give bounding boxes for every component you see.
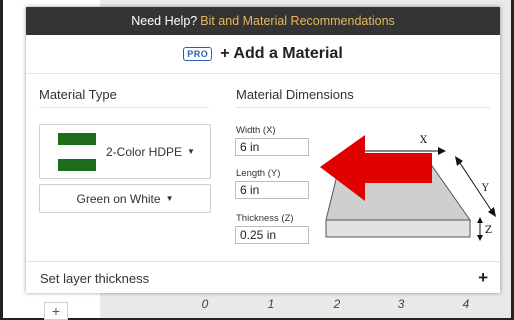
ruler-tick-label: 4 xyxy=(462,297,470,311)
expand-plus-icon[interactable]: + xyxy=(478,268,488,288)
dimensions-heading: Material Dimensions xyxy=(236,87,354,102)
block-front xyxy=(325,219,471,238)
recommendations-link[interactable]: Bit and Material Recommendations xyxy=(200,14,395,28)
ruler-tick-label: 1 xyxy=(267,297,275,311)
dialog-title: + Add a Material xyxy=(220,45,343,62)
y-arrowhead-bottom-icon xyxy=(488,207,496,217)
ruler-tick-label: 2 xyxy=(333,297,341,311)
z-arrowhead-bottom-icon xyxy=(477,235,483,241)
y-axis-label: Y xyxy=(481,183,489,194)
add-material-dialog: Need Help? Bit and Material Recommendati… xyxy=(26,7,500,293)
z-axis-label: Z xyxy=(485,225,492,236)
divider xyxy=(236,107,490,108)
frame-left xyxy=(0,0,3,320)
help-prefix: Need Help? xyxy=(131,14,198,28)
help-bar: Need Help? Bit and Material Recommendati… xyxy=(26,7,500,35)
thickness-input[interactable] xyxy=(235,226,309,244)
material-swatch xyxy=(58,132,96,171)
divider xyxy=(39,107,209,108)
dimensions-diagram: X Y Z xyxy=(320,135,496,241)
color-label: Green on White xyxy=(76,191,161,206)
caret-down-icon: ▼ xyxy=(187,147,195,156)
layer-thickness-row[interactable]: Set layer thickness + xyxy=(26,261,500,293)
canvas-ruler: 0 1 2 3 4 xyxy=(0,297,514,311)
pro-badge: PRO xyxy=(183,47,213,61)
length-label: Length (Y) xyxy=(236,168,281,179)
caret-down-icon: ▼ xyxy=(165,194,174,203)
x-axis-label: X xyxy=(420,135,428,146)
material-select[interactable]: 2-Color HDPE ▼ xyxy=(39,124,211,179)
width-label: Width (X) xyxy=(236,125,276,136)
width-input[interactable] xyxy=(235,138,309,156)
y-arrowhead-top-icon xyxy=(455,156,463,166)
z-arrowhead-top-icon xyxy=(477,217,483,223)
dialog-header: PRO + Add a Material xyxy=(26,35,500,74)
material-type-heading: Material Type xyxy=(39,87,117,102)
length-input[interactable] xyxy=(235,181,309,199)
ruler-tick-label: 3 xyxy=(397,297,405,311)
thickness-label: Thickness (Z) xyxy=(236,213,294,224)
color-select[interactable]: Green on White ▼ xyxy=(39,184,211,213)
material-label: 2-Color HDPE xyxy=(106,144,183,159)
x-arrowhead-icon xyxy=(438,147,446,155)
layer-thickness-label: Set layer thickness xyxy=(40,270,150,286)
ruler-tick-label: 0 xyxy=(201,297,209,311)
